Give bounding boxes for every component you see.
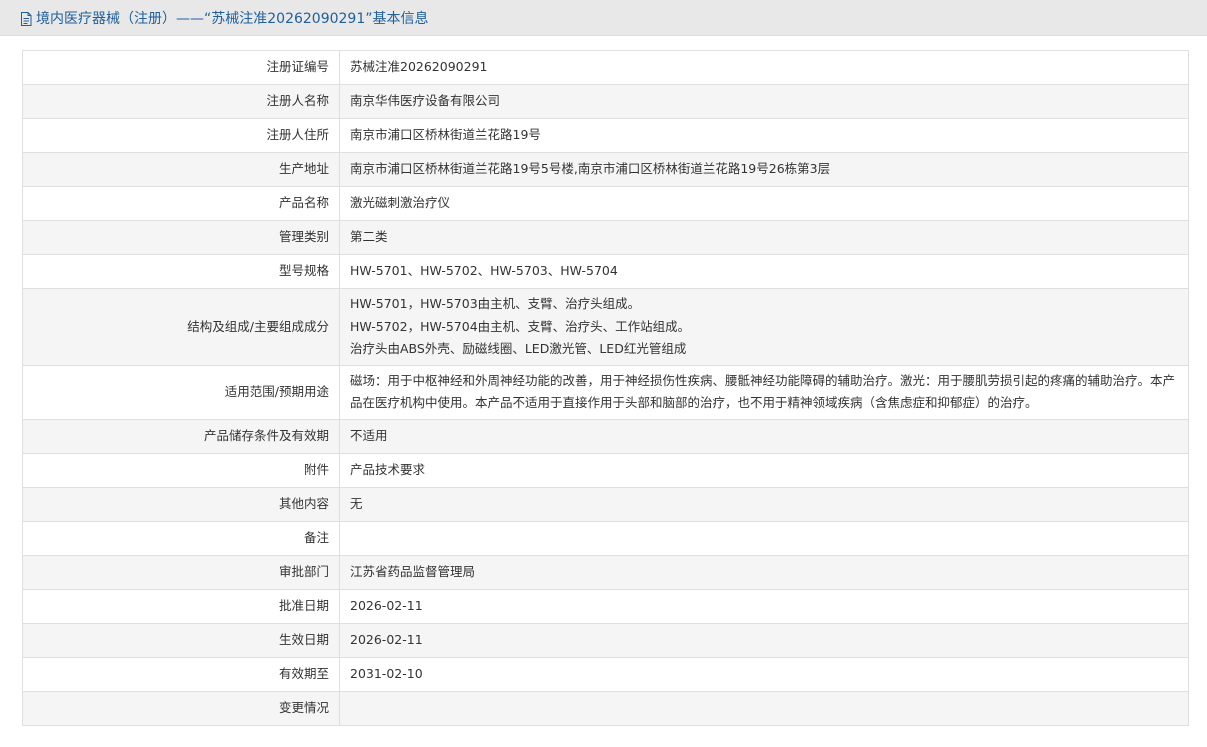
detail-table-container: 注册证编号 苏械注准20262090291 注册人名称 南京华伟医疗设备有限公司…	[22, 50, 1189, 726]
row-value: HW-5701，HW-5703由主机、支臂、治疗头组成。 HW-5702，HW-…	[339, 288, 1189, 366]
table-row: 有效期至 2031-02-10	[22, 656, 1189, 692]
table-row: 产品名称 激光磁刺激治疗仪	[22, 186, 1189, 221]
row-label: 变更情况	[22, 690, 340, 726]
row-label: 注册人住所	[22, 118, 340, 153]
document-icon	[20, 11, 32, 26]
row-label: 生产地址	[22, 152, 340, 187]
row-value: 磁场：用于中枢神经和外周神经功能的改善，用于神经损伤性疾病、腰骶神经功能障碍的辅…	[339, 364, 1189, 420]
table-row: 产品储存条件及有效期 不适用	[22, 418, 1189, 454]
row-value: 激光磁刺激治疗仪	[339, 186, 1189, 221]
row-label: 产品储存条件及有效期	[22, 418, 340, 454]
detail-table: 注册证编号 苏械注准20262090291 注册人名称 南京华伟医疗设备有限公司…	[22, 50, 1189, 726]
row-label: 审批部门	[22, 554, 340, 590]
row-label: 注册证编号	[22, 50, 340, 85]
row-value-line: HW-5702，HW-5704由主机、支臂、治疗头、工作站组成。	[350, 318, 691, 334]
row-value: HW-5701、HW-5702、HW-5703、HW-5704	[339, 254, 1189, 289]
row-label: 适用范围/预期用途	[22, 364, 340, 420]
table-row: 变更情况	[22, 690, 1189, 726]
row-label: 附件	[22, 452, 340, 488]
row-value-line: HW-5701，HW-5703由主机、支臂、治疗头组成。	[350, 296, 641, 311]
row-label: 型号规格	[22, 254, 340, 289]
table-row: 审批部门 江苏省药品监督管理局	[22, 554, 1189, 590]
row-value: 南京市浦口区桥林街道兰花路19号	[339, 118, 1189, 153]
row-value	[339, 520, 1189, 556]
table-row: 注册人住所 南京市浦口区桥林街道兰花路19号	[22, 118, 1189, 153]
row-value: 2031-02-10	[339, 656, 1189, 692]
page-header: 境内医疗器械（注册）——“苏械注准20262090291”基本信息	[0, 0, 1207, 36]
row-label: 结构及组成/主要组成成分	[22, 288, 340, 366]
table-row: 其他内容 无	[22, 486, 1189, 522]
table-row: 备注	[22, 520, 1189, 556]
row-value: 2026-02-11	[339, 588, 1189, 624]
row-label: 批准日期	[22, 588, 340, 624]
row-value	[339, 690, 1189, 726]
row-value: 江苏省药品监督管理局	[339, 554, 1189, 590]
row-value: 苏械注准20262090291	[339, 50, 1189, 85]
row-value: 2026-02-11	[339, 622, 1189, 658]
row-value: 无	[339, 486, 1189, 522]
table-row: 结构及组成/主要组成成分 HW-5701，HW-5703由主机、支臂、治疗头组成…	[22, 288, 1189, 366]
row-value: 第二类	[339, 220, 1189, 255]
row-value: 南京华伟医疗设备有限公司	[339, 84, 1189, 119]
page-title: 境内医疗器械（注册）——“苏械注准20262090291”基本信息	[36, 10, 429, 27]
table-row: 生效日期 2026-02-11	[22, 622, 1189, 658]
row-value-line: 治疗头由ABS外壳、励磁线圈、LED激光管、LED红光管组成	[350, 341, 687, 356]
table-row: 批准日期 2026-02-11	[22, 588, 1189, 624]
row-label: 注册人名称	[22, 84, 340, 119]
row-label: 备注	[22, 520, 340, 556]
table-row: 附件 产品技术要求	[22, 452, 1189, 488]
table-row: 生产地址 南京市浦口区桥林街道兰花路19号5号楼,南京市浦口区桥林街道兰花路19…	[22, 152, 1189, 187]
row-label: 生效日期	[22, 622, 340, 658]
row-value: 产品技术要求	[339, 452, 1189, 488]
row-label: 产品名称	[22, 186, 340, 221]
table-row: 适用范围/预期用途 磁场：用于中枢神经和外周神经功能的改善，用于神经损伤性疾病、…	[22, 364, 1189, 420]
table-row: 管理类别 第二类	[22, 220, 1189, 255]
table-row: 注册人名称 南京华伟医疗设备有限公司	[22, 84, 1189, 119]
row-value: 南京市浦口区桥林街道兰花路19号5号楼,南京市浦口区桥林街道兰花路19号26栋第…	[339, 152, 1189, 187]
table-row: 型号规格 HW-5701、HW-5702、HW-5703、HW-5704	[22, 254, 1189, 289]
row-value: 不适用	[339, 418, 1189, 454]
table-row: 注册证编号 苏械注准20262090291	[22, 50, 1189, 85]
row-label: 有效期至	[22, 656, 340, 692]
row-label: 管理类别	[22, 220, 340, 255]
row-label: 其他内容	[22, 486, 340, 522]
